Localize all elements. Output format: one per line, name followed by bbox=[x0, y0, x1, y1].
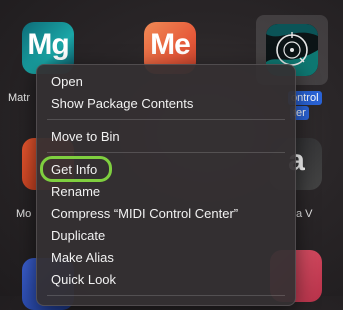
menu-item-rename[interactable]: Rename bbox=[51, 182, 100, 202]
app-icon-letters: Mg bbox=[27, 28, 69, 61]
menu-item-quick-look[interactable]: Quick Look bbox=[51, 270, 116, 290]
menu-item-compress[interactable]: Compress “MIDI Control Center” bbox=[51, 204, 238, 224]
context-menu: Open Show Package Contents Move to Bin G… bbox=[36, 64, 296, 306]
menu-item-duplicate[interactable]: Duplicate bbox=[51, 226, 105, 246]
app-label[interactable]: Matr bbox=[8, 92, 30, 104]
menu-item-show-package-contents[interactable]: Show Package Contents bbox=[51, 94, 193, 114]
menu-separator bbox=[47, 119, 285, 120]
app-label[interactable]: a V bbox=[296, 208, 313, 220]
get-info-highlight-ring bbox=[40, 156, 112, 182]
menu-item-make-alias[interactable]: Make Alias bbox=[51, 248, 114, 268]
menu-separator bbox=[47, 152, 285, 153]
app-label[interactable]: Mo bbox=[16, 208, 31, 220]
menu-item-open[interactable]: Open bbox=[51, 72, 83, 92]
menu-item-move-to-bin[interactable]: Move to Bin bbox=[51, 127, 120, 147]
app-icon-letters: Me bbox=[150, 28, 191, 61]
